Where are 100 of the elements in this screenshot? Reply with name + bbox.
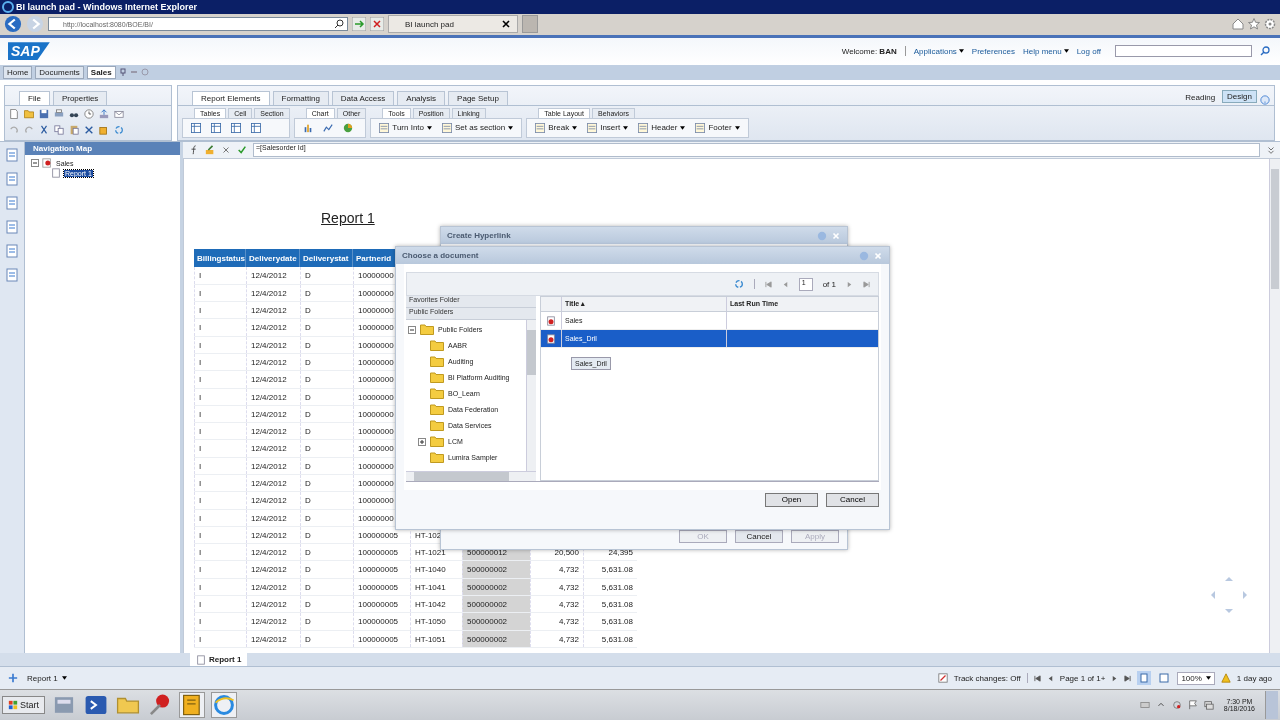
cube-icon[interactable] [99,124,109,135]
undo-icon[interactable] [9,124,19,135]
ribbon-tab[interactable]: Data Access [331,90,395,105]
delete-icon[interactable] [84,124,94,135]
list-icon [535,122,546,133]
refresh-icon[interactable] [733,279,744,289]
pin-icon[interactable] [118,68,127,77]
stop-button[interactable] [370,17,384,32]
printer-icon[interactable] [54,108,64,119]
scrollbar[interactable] [406,471,536,481]
ribbon-tab[interactable]: Formatting [272,90,329,105]
toolbar-button[interactable]: Break [535,122,578,133]
dialog-button[interactable]: Open [765,492,818,507]
document-tab[interactable]: Home [3,65,33,79]
zoom-dropdown[interactable]: 100% [1177,671,1215,685]
collapse-icon[interactable] [31,159,39,168]
mode-button[interactable]: Reading [1181,91,1220,103]
redo-icon[interactable] [24,124,34,135]
side-panel-icon[interactable] [5,268,19,283]
panel-tab[interactable]: Properties [52,90,108,105]
back-button[interactable] [4,15,22,34]
document-tab[interactable]: Documents [35,65,84,79]
side-panel-icon[interactable] [5,196,19,211]
toolbar-button[interactable]: Footer [695,122,740,133]
help-icon[interactable] [1260,94,1270,105]
copy-icon[interactable] [54,124,64,135]
dialog-button[interactable]: Cancel [735,530,783,543]
previous-page-icon[interactable] [1046,674,1054,682]
close-icon[interactable] [501,19,511,30]
collapse-icon[interactable] [408,325,416,334]
header-link[interactable]: Help menu [1023,46,1069,56]
export-icon[interactable] [99,108,109,119]
next-page-icon[interactable] [1111,674,1119,682]
save-icon[interactable] [39,108,49,119]
ribbon-tab[interactable]: Analysis [397,90,446,105]
folder-icon[interactable] [24,108,34,119]
report-tab[interactable]: Report 1 [190,653,248,667]
show-desktop-button[interactable] [1265,691,1278,720]
keyboard-icon[interactable] [1139,700,1150,711]
star-icon[interactable] [1248,18,1260,31]
browser-tab[interactable]: BI launch pad [388,15,518,34]
cut-icon[interactable] [39,124,49,135]
function-icon[interactable] [189,145,199,156]
clock-icon[interactable] [84,108,94,119]
new-document-icon[interactable] [9,108,19,119]
refresh-icon[interactable] [114,124,124,135]
home-icon[interactable] [1232,18,1244,31]
table-cell: 5,631.08 [583,561,637,578]
toolbar-button[interactable]: Header [638,122,686,133]
table-icon[interactable] [211,122,221,133]
notes-icon[interactable] [179,692,205,719]
settings-icon[interactable] [1264,18,1276,31]
search-field[interactable] [1115,45,1252,58]
dialog-button[interactable]: Cancel [826,492,879,507]
side-panel-icon[interactable] [5,220,19,235]
toolbar-button[interactable]: Set as section [442,122,514,133]
scrollbar[interactable] [1269,159,1280,654]
document-tab[interactable]: Sales [86,65,116,79]
header-link[interactable]: Preferences [971,46,1015,56]
panel-tab[interactable]: File [19,90,50,105]
ribbon-tab[interactable]: Report Elements [192,90,270,105]
line-chart-icon[interactable] [322,122,333,133]
header-link[interactable]: Applications [913,46,964,56]
scrollbar[interactable] [526,319,536,471]
pan-arrows-icon[interactable] [1209,575,1249,616]
table-icon[interactable] [231,122,241,133]
start-button[interactable]: Start [2,696,45,715]
first-page-icon[interactable] [1033,674,1041,682]
sync-icon[interactable] [1171,700,1182,711]
track-changes-icon[interactable] [937,673,948,684]
expand-icon[interactable] [418,437,426,446]
toolbar-button[interactable]: Turn Into [379,122,432,133]
checkmark-icon[interactable] [237,145,247,156]
mode-button[interactable]: Design [1222,89,1257,103]
mail-icon[interactable] [114,108,124,119]
pie-chart-icon[interactable] [342,122,353,133]
browser-icon[interactable] [211,692,237,719]
last-page-icon[interactable] [1124,674,1132,682]
ribbon-tab[interactable]: Page Setup [448,90,508,105]
page-view-icon[interactable] [1137,671,1152,686]
header-link[interactable]: Log off [1076,46,1101,56]
new-tab-button[interactable] [522,15,538,34]
side-panel-icon[interactable] [5,148,19,163]
table-icon[interactable] [191,122,201,133]
paste-icon[interactable] [69,124,79,135]
bar-chart-icon[interactable] [302,122,313,133]
expand-icon[interactable] [1266,145,1276,156]
side-panel-icon[interactable] [5,172,19,187]
refresh-button[interactable] [352,17,366,32]
folder-icon [430,340,444,352]
add-icon[interactable] [8,673,18,684]
search-icon[interactable] [334,19,344,30]
flag-icon[interactable] [1187,700,1198,711]
network-icon[interactable] [1203,700,1214,711]
side-panel-icon[interactable] [5,244,19,259]
table-icon[interactable] [251,122,261,133]
quick-view-icon[interactable] [1157,671,1172,686]
report-selector[interactable]: Report 1 [24,672,70,684]
toolbar-button[interactable]: Insert [587,122,629,133]
formula-editor-icon[interactable] [205,145,215,156]
